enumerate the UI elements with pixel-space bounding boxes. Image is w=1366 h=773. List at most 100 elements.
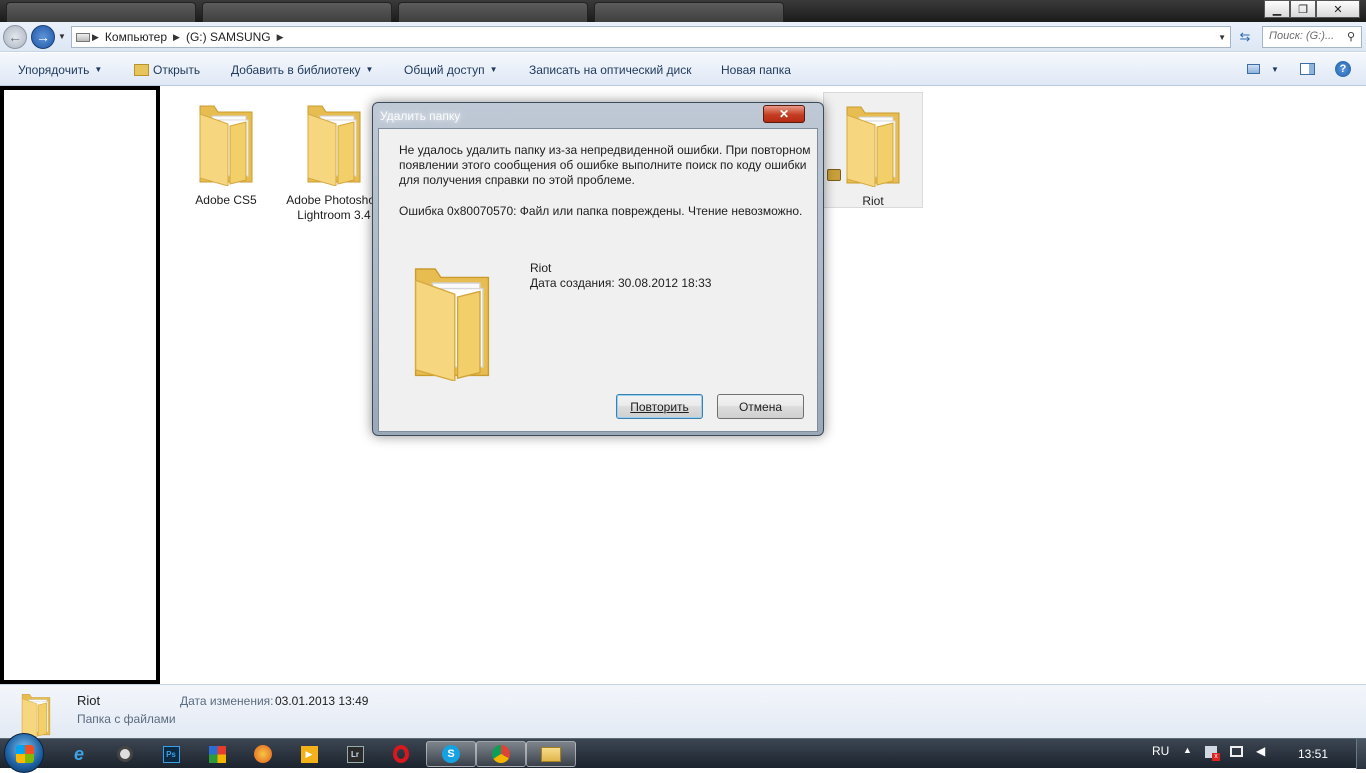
command-bar: Упорядочить ▼ Открыть Добавить в библиоте… xyxy=(0,53,1366,86)
address-dropdown-icon[interactable]: ▼ xyxy=(1218,33,1226,42)
details-modified-value: 03.01.2013 13:49 xyxy=(275,694,369,708)
taskbar-skype[interactable]: S xyxy=(426,741,476,767)
refresh-button[interactable]: ⇆ xyxy=(1234,26,1256,48)
close-window-button[interactable]: ✕ xyxy=(1316,0,1360,18)
volume-icon[interactable]: ◀ xyxy=(1256,744,1265,758)
taskbar-chrome[interactable] xyxy=(476,741,526,767)
minimize-button[interactable]: ▁ xyxy=(1264,0,1290,18)
organize-label: Упорядочить xyxy=(18,62,90,77)
folder-icon xyxy=(302,92,366,190)
details-name: Riot xyxy=(77,693,101,708)
dialog-item-date: Дата создания: 30.08.2012 18:33 xyxy=(530,276,712,290)
network-status-icon[interactable]: x xyxy=(1205,746,1220,761)
chevron-right-icon[interactable]: ▶ xyxy=(92,32,99,43)
retry-button[interactable]: Повторить xyxy=(616,394,703,419)
background-tab[interactable] xyxy=(6,2,196,22)
preview-pane-icon xyxy=(1299,63,1315,75)
taskbar-media-player[interactable]: ▶ xyxy=(288,741,330,767)
restore-icon: ❐ xyxy=(1298,3,1308,16)
windows-logo-icon xyxy=(16,745,34,763)
show-hidden-icons-button[interactable]: ▲ xyxy=(1183,745,1192,755)
search-input[interactable]: Поиск: (G:)... ⚲ xyxy=(1262,26,1362,48)
folder-label: Adobe CS5 xyxy=(195,193,257,207)
drive-icon xyxy=(76,32,90,42)
address-bar[interactable]: ▶ Компьютер ▶ (G:) SAMSUNG ▶ ▼ xyxy=(71,26,1231,48)
close-icon: ✕ xyxy=(778,107,790,121)
view-dropdown[interactable]: ▼ xyxy=(1266,61,1284,77)
chevron-down-icon: ▼ xyxy=(365,65,374,74)
background-tab[interactable] xyxy=(202,2,392,22)
back-button[interactable]: ← xyxy=(3,25,27,49)
add-to-library-menu[interactable]: Добавить в библиотеку ▼ xyxy=(231,53,373,86)
dialog-item-name: Riot xyxy=(530,261,552,275)
help-button[interactable]: ? xyxy=(1334,61,1352,77)
background-tab[interactable] xyxy=(594,2,784,22)
minimize-icon: ▁ xyxy=(1272,3,1282,16)
dialog-close-button[interactable]: ✕ xyxy=(763,105,805,123)
burn-label: Записать на оптический диск xyxy=(529,62,692,77)
breadcrumb-drive[interactable]: (G:) SAMSUNG xyxy=(186,30,271,44)
show-desktop-button[interactable] xyxy=(1356,739,1366,769)
navigation-pane[interactable] xyxy=(0,86,160,684)
taskbar-lightroom[interactable]: Lr xyxy=(334,741,376,767)
internet-explorer-icon: e xyxy=(73,743,84,764)
folder-item-selected[interactable]: Riot xyxy=(823,92,923,208)
taskbar-explorer[interactable] xyxy=(526,741,576,767)
new-folder-button[interactable]: Новая папка xyxy=(721,53,791,86)
taskbar-winamp[interactable] xyxy=(196,741,238,767)
opera-icon xyxy=(393,745,409,763)
preview-pane-button[interactable] xyxy=(1298,61,1316,77)
chevron-right-icon[interactable]: ▶ xyxy=(173,32,180,43)
view-options-button[interactable] xyxy=(1244,61,1262,77)
winamp-icon xyxy=(208,745,226,763)
folder-icon xyxy=(841,93,905,191)
help-icon: ? xyxy=(1335,61,1351,77)
breadcrumb-computer[interactable]: Компьютер xyxy=(105,30,167,44)
taskbar-opera[interactable] xyxy=(380,741,422,767)
organize-menu[interactable]: Упорядочить ▼ xyxy=(18,53,102,86)
chevron-down-icon: ▼ xyxy=(1271,64,1279,74)
forward-button[interactable]: → xyxy=(31,25,55,49)
taskbar-steam[interactable] xyxy=(104,741,146,767)
chevron-down-icon: ▼ xyxy=(489,65,498,74)
steam-icon xyxy=(117,746,133,762)
action-center-icon[interactable] xyxy=(1230,746,1243,760)
arrow-right-icon: → xyxy=(36,29,50,45)
details-modified-label: Дата изменения: xyxy=(180,694,274,708)
folder-item[interactable]: Adobe Photoshop Lightroom 3.4 xyxy=(284,92,384,223)
firefox-icon xyxy=(254,745,272,763)
folder-icon xyxy=(18,689,54,737)
background-window-strip: ▁ ❐ ✕ xyxy=(0,0,1366,22)
taskbar-internet-explorer[interactable]: e xyxy=(58,741,100,767)
maximize-button[interactable]: ❐ xyxy=(1290,0,1316,18)
details-pane: Riot Папка с файлами Дата изменения: 03.… xyxy=(0,684,1366,738)
lock-icon xyxy=(827,169,841,181)
search-placeholder: Поиск: (G:)... xyxy=(1269,30,1335,42)
taskbar-firefox[interactable] xyxy=(242,741,284,767)
taskbar: e Ps ▶ Lr S RU ▲ x ◀ 13:51 xyxy=(0,733,1366,773)
chevron-right-icon[interactable]: ▶ xyxy=(277,32,284,43)
add-to-library-label: Добавить в библиотеку xyxy=(231,62,361,77)
share-label: Общий доступ xyxy=(404,62,485,77)
language-indicator[interactable]: RU xyxy=(1152,744,1169,758)
folder-label: Adobe Photoshop Lightroom 3.4 xyxy=(286,193,382,222)
share-menu[interactable]: Общий доступ ▼ xyxy=(404,53,498,86)
clock[interactable]: 13:51 xyxy=(1298,747,1328,761)
arrow-left-icon: ← xyxy=(8,29,22,45)
cancel-button[interactable]: Отмена xyxy=(717,394,804,419)
view-icon xyxy=(1246,64,1260,74)
folder-item[interactable]: Adobe CS5 xyxy=(176,92,276,208)
explorer-icon xyxy=(541,746,561,762)
start-button[interactable] xyxy=(4,733,44,773)
dialog-message: Не удалось удалить папку из-за непредвид… xyxy=(399,143,811,187)
recent-pages-dropdown[interactable]: ▼ xyxy=(58,32,66,41)
media-player-icon: ▶ xyxy=(300,745,318,763)
open-label: Открыть xyxy=(153,62,201,77)
dialog-error-code: Ошибка 0x80070570: Файл или папка повреж… xyxy=(399,204,803,218)
burn-button[interactable]: Записать на оптический диск xyxy=(529,53,692,86)
background-tab[interactable] xyxy=(398,2,588,22)
dialog-body: Не удалось удалить папку из-за непредвид… xyxy=(378,128,818,432)
taskbar-photoshop[interactable]: Ps xyxy=(150,741,192,767)
search-icon: ⚲ xyxy=(1346,31,1355,43)
open-button[interactable]: Открыть xyxy=(134,53,200,86)
